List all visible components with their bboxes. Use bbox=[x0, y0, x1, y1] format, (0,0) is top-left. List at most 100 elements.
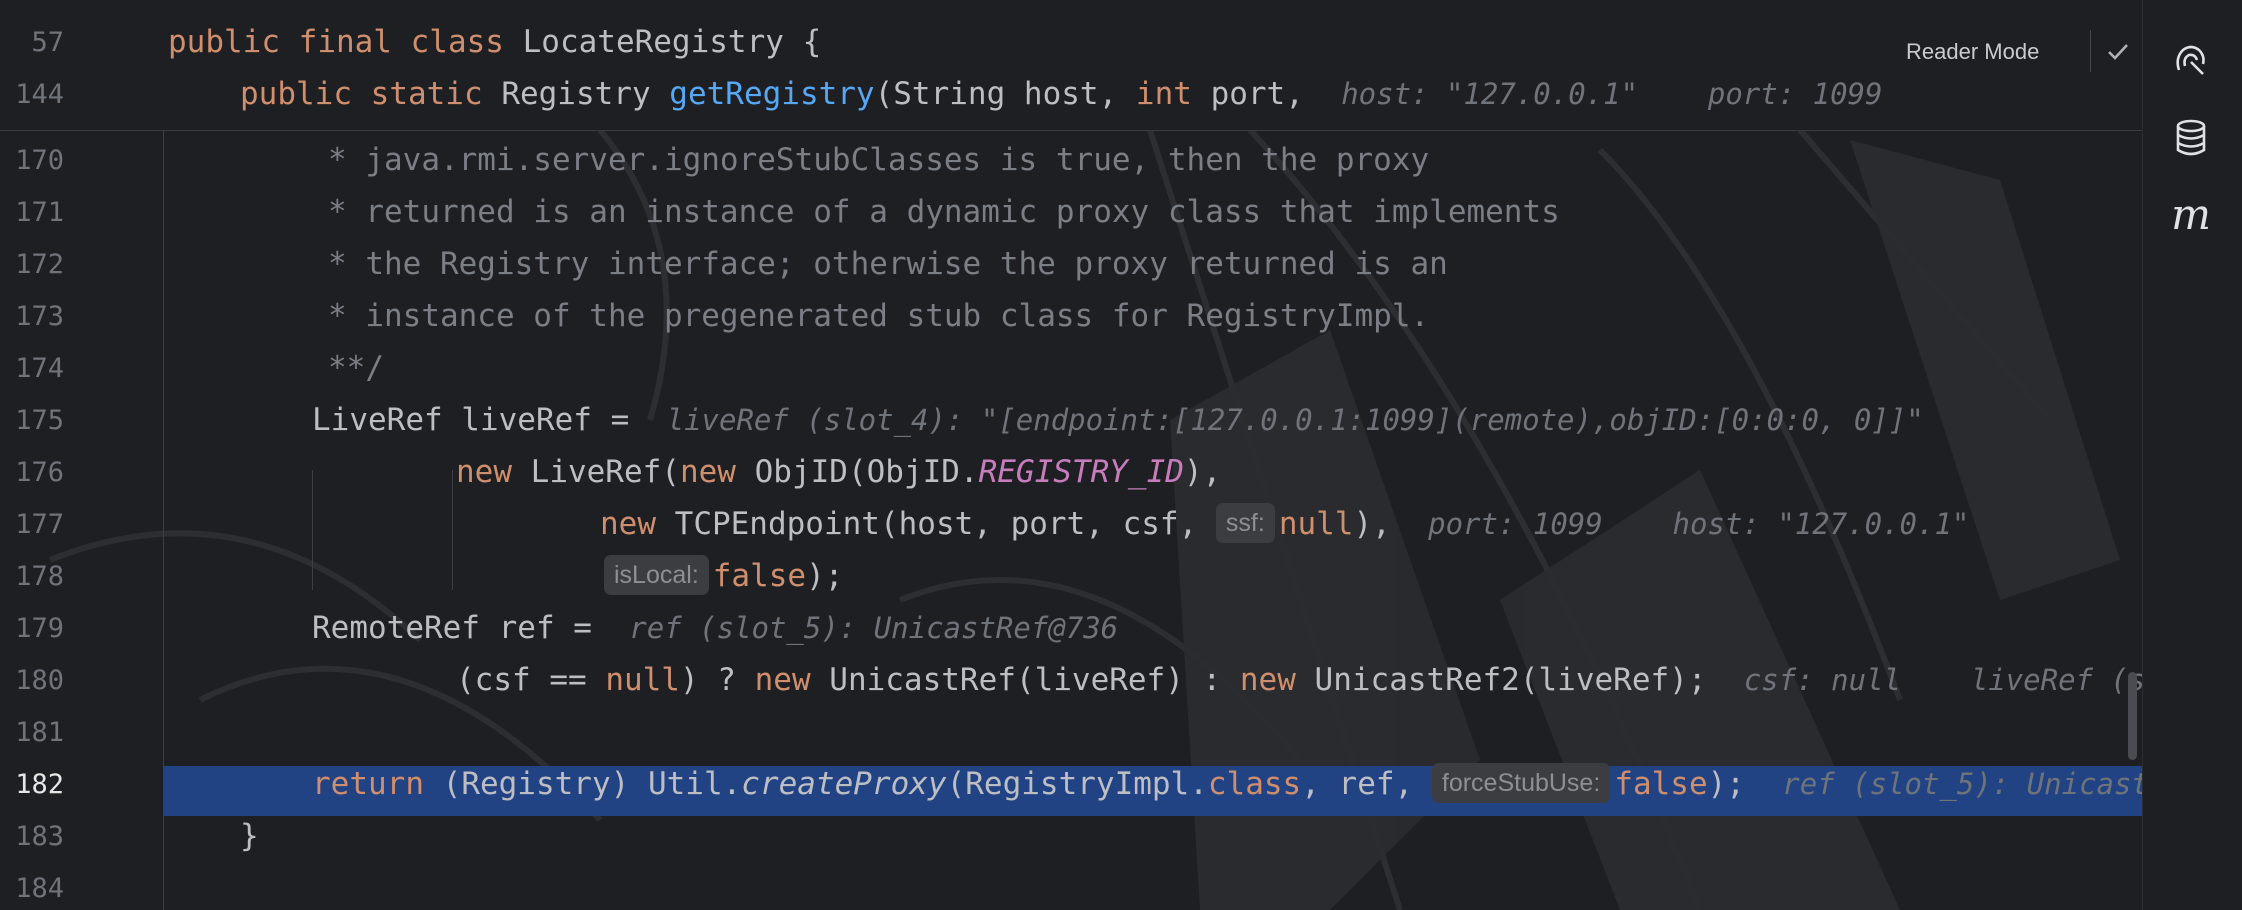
debug-inline-value: port: 1099 host: "127.0.0.1" bbox=[1428, 507, 1970, 541]
code-line[interactable]: * the Registry interface; otherwise the … bbox=[328, 239, 1448, 289]
code-token: new bbox=[600, 506, 675, 542]
line-number-label: 172 bbox=[15, 249, 64, 280]
line-number-label: 173 bbox=[15, 301, 64, 332]
code-token: ) ? bbox=[679, 662, 755, 698]
line-number-label: 184 bbox=[15, 873, 64, 904]
code-line[interactable]: (csf == null) ? new UnicastRef(liveRef) … bbox=[456, 655, 2180, 705]
code-token: null bbox=[605, 662, 680, 698]
code-token: public bbox=[240, 76, 371, 112]
code-token: class bbox=[410, 24, 523, 60]
code-line[interactable]: public static Registry getRegistry(Strin… bbox=[240, 69, 1882, 119]
line-number-label: 175 bbox=[15, 405, 64, 436]
code-token: ); bbox=[1707, 766, 1783, 802]
debug-inline-value: host: "127.0.0.1" port: 1099 bbox=[1341, 77, 1883, 111]
code-token: (String host, bbox=[874, 76, 1136, 112]
code-token: false bbox=[712, 558, 807, 594]
code-token: null bbox=[1278, 506, 1354, 542]
database-icon[interactable] bbox=[2165, 112, 2217, 164]
reader-mode-button[interactable]: Reader Mode bbox=[1906, 32, 2039, 72]
code-token: LiveRef( bbox=[530, 454, 680, 490]
code-line[interactable]: * instance of the pregenerated stub clas… bbox=[328, 291, 1429, 341]
code-token: , ref, bbox=[1301, 766, 1432, 802]
code-token: ); bbox=[806, 558, 844, 594]
debug-inline-value: liveRef (slot_4): "[endpoint:[127.0.0.1:… bbox=[666, 403, 1924, 437]
code-token: UnicastRef2(liveRef); bbox=[1314, 662, 1744, 698]
code-token: UnicastRef(liveRef) : bbox=[829, 662, 1240, 698]
code-token: * returned is an instance of a dynamic p… bbox=[328, 194, 1560, 230]
code-line[interactable]: public final class LocateRegistry { bbox=[168, 17, 821, 67]
code-token: } bbox=[240, 818, 259, 854]
line-number-label: 182 bbox=[15, 769, 64, 800]
code-token: **/ bbox=[328, 350, 384, 386]
code-line[interactable]: **/ bbox=[328, 343, 384, 393]
line-number-label: 180 bbox=[15, 665, 64, 696]
right-tool-window-bar: m bbox=[2142, 0, 2242, 910]
line-number-label: 177 bbox=[15, 509, 64, 540]
code-token: port, bbox=[1210, 76, 1342, 112]
code-token: REGISTRY_ID bbox=[978, 454, 1184, 490]
code-token: * java.rmi.server.ignoreStubClasses is t… bbox=[328, 142, 1430, 178]
maven-icon[interactable]: m bbox=[2165, 188, 2217, 240]
code-line[interactable]: LiveRef liveRef = liveRef (slot_4): "[en… bbox=[312, 395, 1924, 445]
line-number-label: 144 bbox=[15, 79, 64, 110]
code-token: class bbox=[1207, 766, 1302, 802]
code-token: TCPEndpoint(host, port, csf, bbox=[674, 506, 1216, 542]
code-token: RemoteRef ref = bbox=[312, 610, 630, 646]
code-token: LocateRegistry { bbox=[522, 24, 822, 60]
debug-inline-value: ref (slot_5): UnicastRef@736 bbox=[629, 611, 1119, 645]
code-token: ), bbox=[1183, 454, 1222, 490]
code-line[interactable]: RemoteRef ref = ref (slot_5): UnicastRef… bbox=[312, 603, 1118, 653]
debug-inline-value: csf: null liveRef (slo bbox=[1743, 663, 2181, 697]
code-token: (csf == bbox=[456, 662, 606, 698]
code-token: static bbox=[370, 76, 502, 112]
line-number-label: 57 bbox=[31, 27, 64, 58]
code-token: return bbox=[312, 766, 443, 802]
ai-assistant-icon[interactable] bbox=[2165, 34, 2217, 86]
code-line[interactable]: isLocal: false); bbox=[604, 551, 843, 601]
code-token: * the Registry interface; otherwise the … bbox=[328, 246, 1448, 282]
code-token: new bbox=[679, 454, 755, 490]
parameter-name-hint: forceStubUse: bbox=[1431, 762, 1611, 803]
code-line[interactable]: } bbox=[240, 811, 259, 861]
inspection-check-icon[interactable] bbox=[2096, 30, 2140, 74]
line-number-label: 174 bbox=[15, 353, 64, 384]
indent-guide bbox=[452, 470, 453, 590]
code-line[interactable]: * returned is an instance of a dynamic p… bbox=[328, 187, 1560, 237]
line-number-label: 183 bbox=[15, 821, 64, 852]
line-number-label: 178 bbox=[15, 561, 64, 592]
parameter-name-hint: isLocal: bbox=[604, 554, 709, 595]
code-token: new bbox=[456, 454, 531, 490]
code-token: int bbox=[1135, 76, 1211, 112]
line-number-label: 170 bbox=[15, 145, 64, 176]
line-number-label: 179 bbox=[15, 613, 64, 644]
code-line[interactable]: * java.rmi.server.ignoreStubClasses is t… bbox=[328, 135, 1429, 185]
code-token: new bbox=[1239, 662, 1315, 698]
code-token: (Registry) Util. bbox=[442, 766, 742, 802]
code-token: LiveRef liveRef = bbox=[312, 402, 667, 438]
sticky-lines-header[interactable]: 57 public final class LocateRegistry { 144… bbox=[0, 0, 2142, 131]
code-token: new bbox=[754, 662, 830, 698]
code-line[interactable]: new TCPEndpoint(host, port, csf, ssf: nul… bbox=[600, 499, 1969, 549]
code-line[interactable]: return (Registry) Util.createProxy(Regis… bbox=[312, 759, 2149, 809]
code-line[interactable]: new LiveRef(new ObjID(ObjID.REGISTRY_ID)… bbox=[456, 447, 1221, 497]
parameter-name-hint: ssf: bbox=[1215, 502, 1275, 543]
vertical-scrollbar-thumb[interactable] bbox=[2128, 672, 2137, 760]
line-number-label: 181 bbox=[15, 717, 64, 748]
divider bbox=[2090, 30, 2091, 72]
indent-guide bbox=[312, 470, 313, 590]
code-token: getRegistry bbox=[669, 76, 875, 112]
debug-inline-value: ref (slot_5): Unicast bbox=[1782, 767, 2149, 801]
code-token: final bbox=[298, 24, 411, 60]
code-editor[interactable]: 170 * java.rmi.server.ignoreStubClasses i… bbox=[0, 0, 2180, 910]
code-token: (RegistryImpl. bbox=[946, 766, 1208, 802]
code-token: ObjID(ObjID. bbox=[754, 454, 979, 490]
code-token: Registry bbox=[501, 76, 670, 112]
line-number-label: 171 bbox=[15, 197, 64, 228]
code-token: * instance of the pregenerated stub clas… bbox=[328, 298, 1430, 334]
line-number-label: 176 bbox=[15, 457, 64, 488]
code-token: createProxy bbox=[741, 766, 947, 802]
code-token: ), bbox=[1353, 506, 1429, 542]
code-token: false bbox=[1614, 766, 1708, 802]
indent-guide bbox=[163, 130, 164, 910]
code-token: public bbox=[168, 24, 299, 60]
